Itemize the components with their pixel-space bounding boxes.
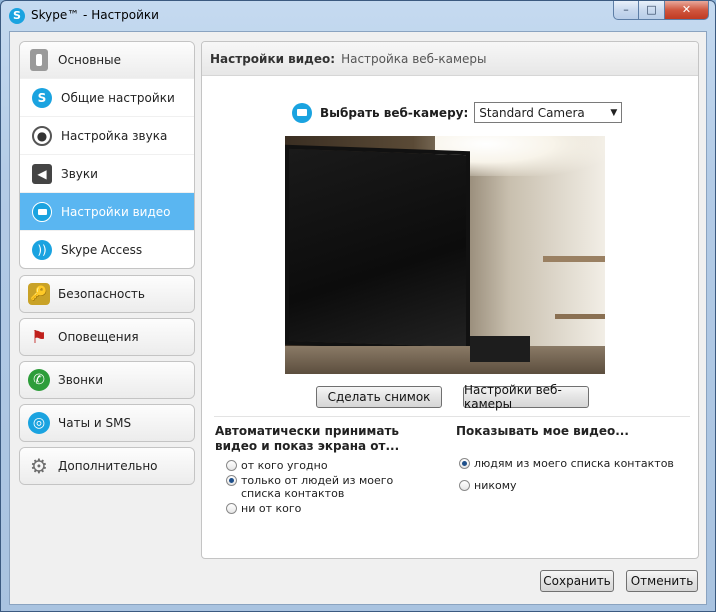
minimize-button[interactable]: – xyxy=(613,1,639,20)
camera-select-label: Выбрать веб-камеру: xyxy=(320,105,469,120)
sidebar-item-audio-settings[interactable]: ● Настройка звука xyxy=(20,116,194,154)
sidebar-group-label: Оповещения xyxy=(58,330,139,344)
preview-shelf-lower xyxy=(555,314,605,319)
sidebar-group-chats[interactable]: ◎ Чаты и SMS xyxy=(19,404,195,442)
skype-app-icon: S xyxy=(9,8,25,24)
chat-icon: ◎ xyxy=(28,412,50,434)
radio-anyone[interactable]: от кого угодно xyxy=(226,459,328,472)
sidebar-group-calls[interactable]: ✆ Звонки xyxy=(19,361,195,399)
sidebar-group-label: Звонки xyxy=(58,373,103,387)
sidebar-group-header-security: 🔑 Безопасность xyxy=(20,276,194,312)
sidebar-group-label: Основные xyxy=(58,53,122,67)
sidebar: Основные S Общие настройки ● Настройка з… xyxy=(19,41,195,490)
panel-subtitle: Настройка веб-камеры xyxy=(341,51,487,66)
snapshot-button[interactable]: Сделать снимок xyxy=(316,386,442,408)
sidebar-item-label: Настройка звука xyxy=(61,128,168,143)
radio-button[interactable] xyxy=(226,460,237,471)
sidebar-group-notifications[interactable]: ⚑ Оповещения xyxy=(19,318,195,356)
gear-icon: ⚙ xyxy=(30,454,48,478)
sidebar-group-header-advanced: ⚙ Дополнительно xyxy=(20,448,194,484)
sidebar-group-header-general[interactable]: Основные xyxy=(20,42,194,78)
maximize-button[interactable]: □ xyxy=(639,1,665,20)
lock-icon: 🔑 xyxy=(28,283,50,305)
cancel-button[interactable]: Отменить xyxy=(626,570,698,592)
sidebar-group-header-chats: ◎ Чаты и SMS xyxy=(20,405,194,441)
video-settings-panel: Настройки видео: Настройка веб-камеры Вы… xyxy=(201,41,699,559)
title-bar[interactable]: S Skype™ - Настройки – □ ✕ xyxy=(1,1,715,31)
sidebar-group-security[interactable]: 🔑 Безопасность xyxy=(19,275,195,313)
radio-label: ни от кого xyxy=(241,502,302,515)
radio-button[interactable] xyxy=(459,480,470,491)
sidebar-item-video-settings[interactable]: Настройки видео xyxy=(20,192,194,230)
radio-show-contacts[interactable]: людям из моего списка контактов xyxy=(459,457,674,470)
sidebar-item-label: Настройки видео xyxy=(61,204,171,219)
sidebar-group-header-calls: ✆ Звонки xyxy=(20,362,194,398)
radio-label: только от людей из моего списка контакто… xyxy=(241,474,394,500)
save-button[interactable]: Сохранить xyxy=(540,570,614,592)
skype-icon: S xyxy=(32,87,52,108)
panel-title: Настройки видео: xyxy=(210,51,336,66)
radio-show-nobody[interactable]: никому xyxy=(459,479,517,492)
sidebar-group-label: Чаты и SMS xyxy=(58,416,132,430)
sidebar-group-label: Безопасность xyxy=(58,287,145,301)
sidebar-group-header-notifications: ⚑ Оповещения xyxy=(20,319,194,355)
radio-contacts-only[interactable]: только от людей из моего списка контакто… xyxy=(226,474,426,500)
settings-window: S Skype™ - Настройки – □ ✕ Основные S Об… xyxy=(0,0,716,612)
video-icon xyxy=(292,102,312,123)
radio-label: людям из моего списка контактов xyxy=(474,457,674,470)
flag-icon: ⚑ xyxy=(30,326,48,348)
sidebar-item-general-settings[interactable]: S Общие настройки xyxy=(20,78,194,116)
webcam-preview xyxy=(285,136,605,374)
sidebar-item-label: Skype Access xyxy=(61,242,143,257)
speaker-icon: ◀ xyxy=(32,163,52,184)
microphone-icon: ● xyxy=(32,125,52,146)
sidebar-group-label: Дополнительно xyxy=(58,459,158,473)
radio-label: никому xyxy=(474,479,517,492)
preview-shelf xyxy=(543,256,605,262)
sidebar-item-label: Звуки xyxy=(61,166,98,181)
close-button[interactable]: ✕ xyxy=(665,1,709,20)
show-video-title: Показывать мое видео... xyxy=(456,424,629,438)
sidebar-item-label: Общие настройки xyxy=(61,90,175,105)
radio-button[interactable] xyxy=(226,503,237,514)
preview-monitor xyxy=(285,144,470,352)
webcam-settings-button[interactable]: Настройки веб-камеры xyxy=(463,383,589,411)
phone-icon: ✆ xyxy=(28,369,50,391)
camera-select-value: Standard Camera xyxy=(479,105,585,120)
wifi-icon: )) xyxy=(32,239,52,260)
radio-label: от кого угодно xyxy=(241,459,328,472)
chevron-down-icon: ▼ xyxy=(610,107,618,118)
window-title: Skype™ - Настройки xyxy=(31,8,159,22)
sidebar-group-general: Основные S Общие настройки ● Настройка з… xyxy=(19,41,195,269)
sidebar-group-advanced[interactable]: ⚙ Дополнительно xyxy=(19,447,195,485)
client-area: Основные S Общие настройки ● Настройка з… xyxy=(9,31,707,605)
switch-icon xyxy=(30,49,48,71)
radio-button[interactable] xyxy=(226,475,237,486)
divider xyxy=(214,416,690,417)
radio-nobody[interactable]: ни от кого xyxy=(226,502,301,515)
camera-select-row: Выбрать веб-камеру: Standard Camera ▼ xyxy=(292,102,623,123)
radio-button[interactable] xyxy=(459,458,470,469)
panel-header: Настройки видео: Настройка веб-камеры xyxy=(202,42,698,76)
window-controls: – □ ✕ xyxy=(613,1,709,20)
camera-select[interactable]: Standard Camera ▼ xyxy=(474,102,623,123)
sidebar-item-sounds[interactable]: ◀ Звуки xyxy=(20,154,194,192)
sidebar-item-skype-access[interactable]: )) Skype Access xyxy=(20,230,194,268)
video-icon xyxy=(32,201,52,222)
auto-accept-title: Автоматически принимать видео и показ эк… xyxy=(215,424,400,453)
preview-desk xyxy=(285,346,605,374)
preview-device xyxy=(470,336,530,362)
